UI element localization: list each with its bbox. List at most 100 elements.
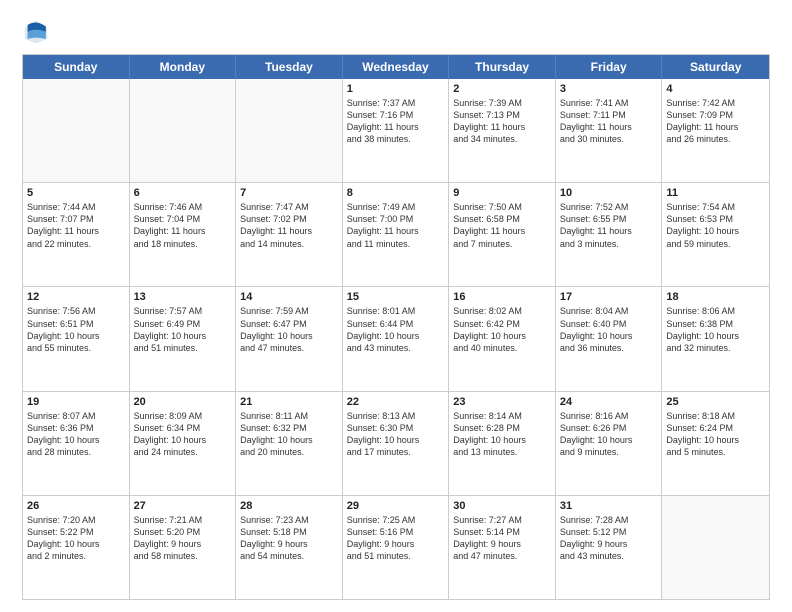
day-info: Sunrise: 7:59 AM Sunset: 6:47 PM Dayligh… <box>240 305 338 354</box>
calendar-row-3: 19 Sunrise: 8:07 AM Sunset: 6:36 PM Dayli… <box>23 391 769 495</box>
day-of-week-sunday: Sunday <box>23 55 130 79</box>
calendar-cell: 20 Sunrise: 8:09 AM Sunset: 6:34 PM Dayli… <box>130 392 237 495</box>
calendar-cell: 11 Sunrise: 7:54 AM Sunset: 6:53 PM Dayli… <box>662 183 769 286</box>
day-number: 30 <box>453 500 551 512</box>
day-number: 14 <box>240 291 338 303</box>
day-info: Sunrise: 7:39 AM Sunset: 7:13 PM Dayligh… <box>453 97 551 146</box>
logo-icon <box>22 18 50 46</box>
day-number: 5 <box>27 187 125 199</box>
calendar-cell <box>236 79 343 182</box>
day-number: 1 <box>347 83 445 95</box>
day-info: Sunrise: 8:16 AM Sunset: 6:26 PM Dayligh… <box>560 410 658 459</box>
day-info: Sunrise: 7:57 AM Sunset: 6:49 PM Dayligh… <box>134 305 232 354</box>
day-info: Sunrise: 7:41 AM Sunset: 7:11 PM Dayligh… <box>560 97 658 146</box>
calendar-header: SundayMondayTuesdayWednesdayThursdayFrid… <box>23 55 769 79</box>
day-info: Sunrise: 7:46 AM Sunset: 7:04 PM Dayligh… <box>134 201 232 250</box>
calendar-cell: 18 Sunrise: 8:06 AM Sunset: 6:38 PM Dayli… <box>662 287 769 390</box>
day-info: Sunrise: 8:13 AM Sunset: 6:30 PM Dayligh… <box>347 410 445 459</box>
calendar-cell: 2Sunrise: 7:39 AM Sunset: 7:13 PM Daylig… <box>449 79 556 182</box>
day-number: 19 <box>27 396 125 408</box>
day-info: Sunrise: 7:21 AM Sunset: 5:20 PM Dayligh… <box>134 514 232 563</box>
calendar-row-1: 5 Sunrise: 7:44 AM Sunset: 7:07 PM Daylig… <box>23 182 769 286</box>
day-info: Sunrise: 7:25 AM Sunset: 5:16 PM Dayligh… <box>347 514 445 563</box>
calendar-cell: 23Sunrise: 8:14 AM Sunset: 6:28 PM Dayli… <box>449 392 556 495</box>
calendar-cell: 6 Sunrise: 7:46 AM Sunset: 7:04 PM Daylig… <box>130 183 237 286</box>
calendar-row-0: 1 Sunrise: 7:37 AM Sunset: 7:16 PM Daylig… <box>23 79 769 182</box>
calendar-cell: 17 Sunrise: 8:04 AM Sunset: 6:40 PM Dayli… <box>556 287 663 390</box>
day-number: 17 <box>560 291 658 303</box>
day-number: 20 <box>134 396 232 408</box>
calendar-cell: 24 Sunrise: 8:16 AM Sunset: 6:26 PM Dayli… <box>556 392 663 495</box>
calendar-row-2: 12Sunrise: 7:56 AM Sunset: 6:51 PM Dayli… <box>23 286 769 390</box>
day-number: 15 <box>347 291 445 303</box>
calendar-cell: 5 Sunrise: 7:44 AM Sunset: 7:07 PM Daylig… <box>23 183 130 286</box>
day-info: Sunrise: 7:28 AM Sunset: 5:12 PM Dayligh… <box>560 514 658 563</box>
calendar-cell: 12Sunrise: 7:56 AM Sunset: 6:51 PM Dayli… <box>23 287 130 390</box>
day-of-week-tuesday: Tuesday <box>236 55 343 79</box>
day-info: Sunrise: 7:47 AM Sunset: 7:02 PM Dayligh… <box>240 201 338 250</box>
day-number: 31 <box>560 500 658 512</box>
calendar-cell: 28 Sunrise: 7:23 AM Sunset: 5:18 PM Dayli… <box>236 496 343 599</box>
day-info: Sunrise: 7:52 AM Sunset: 6:55 PM Dayligh… <box>560 201 658 250</box>
calendar-cell <box>662 496 769 599</box>
calendar-row-4: 26 Sunrise: 7:20 AM Sunset: 5:22 PM Dayli… <box>23 495 769 599</box>
day-number: 16 <box>453 291 551 303</box>
day-of-week-wednesday: Wednesday <box>343 55 450 79</box>
calendar-cell: 13 Sunrise: 7:57 AM Sunset: 6:49 PM Dayli… <box>130 287 237 390</box>
day-info: Sunrise: 7:37 AM Sunset: 7:16 PM Dayligh… <box>347 97 445 146</box>
day-info: Sunrise: 8:07 AM Sunset: 6:36 PM Dayligh… <box>27 410 125 459</box>
day-number: 7 <box>240 187 338 199</box>
day-info: Sunrise: 7:50 AM Sunset: 6:58 PM Dayligh… <box>453 201 551 250</box>
calendar-cell: 9Sunrise: 7:50 AM Sunset: 6:58 PM Daylig… <box>449 183 556 286</box>
day-number: 6 <box>134 187 232 199</box>
day-info: Sunrise: 8:02 AM Sunset: 6:42 PM Dayligh… <box>453 305 551 354</box>
calendar-cell: 27 Sunrise: 7:21 AM Sunset: 5:20 PM Dayli… <box>130 496 237 599</box>
calendar-cell <box>23 79 130 182</box>
day-info: Sunrise: 7:42 AM Sunset: 7:09 PM Dayligh… <box>666 97 765 146</box>
day-number: 22 <box>347 396 445 408</box>
day-info: Sunrise: 7:44 AM Sunset: 7:07 PM Dayligh… <box>27 201 125 250</box>
calendar-cell: 4 Sunrise: 7:42 AM Sunset: 7:09 PM Daylig… <box>662 79 769 182</box>
calendar-cell <box>130 79 237 182</box>
day-number: 29 <box>347 500 445 512</box>
day-info: Sunrise: 7:27 AM Sunset: 5:14 PM Dayligh… <box>453 514 551 563</box>
day-number: 24 <box>560 396 658 408</box>
calendar-cell: 14 Sunrise: 7:59 AM Sunset: 6:47 PM Dayli… <box>236 287 343 390</box>
day-number: 11 <box>666 187 765 199</box>
calendar: SundayMondayTuesdayWednesdayThursdayFrid… <box>22 54 770 600</box>
day-info: Sunrise: 8:04 AM Sunset: 6:40 PM Dayligh… <box>560 305 658 354</box>
day-number: 13 <box>134 291 232 303</box>
page: SundayMondayTuesdayWednesdayThursdayFrid… <box>0 0 792 612</box>
day-of-week-monday: Monday <box>130 55 237 79</box>
day-number: 18 <box>666 291 765 303</box>
calendar-cell: 29 Sunrise: 7:25 AM Sunset: 5:16 PM Dayli… <box>343 496 450 599</box>
logo <box>22 18 54 46</box>
day-info: Sunrise: 8:01 AM Sunset: 6:44 PM Dayligh… <box>347 305 445 354</box>
calendar-cell: 1 Sunrise: 7:37 AM Sunset: 7:16 PM Daylig… <box>343 79 450 182</box>
calendar-cell: 16 Sunrise: 8:02 AM Sunset: 6:42 PM Dayli… <box>449 287 556 390</box>
day-info: Sunrise: 7:23 AM Sunset: 5:18 PM Dayligh… <box>240 514 338 563</box>
calendar-cell: 7 Sunrise: 7:47 AM Sunset: 7:02 PM Daylig… <box>236 183 343 286</box>
calendar-cell: 21Sunrise: 8:11 AM Sunset: 6:32 PM Dayli… <box>236 392 343 495</box>
day-number: 12 <box>27 291 125 303</box>
calendar-cell: 31 Sunrise: 7:28 AM Sunset: 5:12 PM Dayli… <box>556 496 663 599</box>
day-number: 23 <box>453 396 551 408</box>
day-number: 28 <box>240 500 338 512</box>
day-info: Sunrise: 7:20 AM Sunset: 5:22 PM Dayligh… <box>27 514 125 563</box>
day-number: 8 <box>347 187 445 199</box>
day-info: Sunrise: 7:49 AM Sunset: 7:00 PM Dayligh… <box>347 201 445 250</box>
day-number: 27 <box>134 500 232 512</box>
header <box>22 18 770 46</box>
calendar-cell: 8 Sunrise: 7:49 AM Sunset: 7:00 PM Daylig… <box>343 183 450 286</box>
day-of-week-thursday: Thursday <box>449 55 556 79</box>
day-info: Sunrise: 8:11 AM Sunset: 6:32 PM Dayligh… <box>240 410 338 459</box>
day-number: 26 <box>27 500 125 512</box>
day-number: 4 <box>666 83 765 95</box>
calendar-body: 1 Sunrise: 7:37 AM Sunset: 7:16 PM Daylig… <box>23 79 769 599</box>
day-number: 3 <box>560 83 658 95</box>
day-info: Sunrise: 8:06 AM Sunset: 6:38 PM Dayligh… <box>666 305 765 354</box>
day-info: Sunrise: 8:09 AM Sunset: 6:34 PM Dayligh… <box>134 410 232 459</box>
day-info: Sunrise: 7:54 AM Sunset: 6:53 PM Dayligh… <box>666 201 765 250</box>
calendar-cell: 30 Sunrise: 7:27 AM Sunset: 5:14 PM Dayli… <box>449 496 556 599</box>
calendar-cell: 3 Sunrise: 7:41 AM Sunset: 7:11 PM Daylig… <box>556 79 663 182</box>
